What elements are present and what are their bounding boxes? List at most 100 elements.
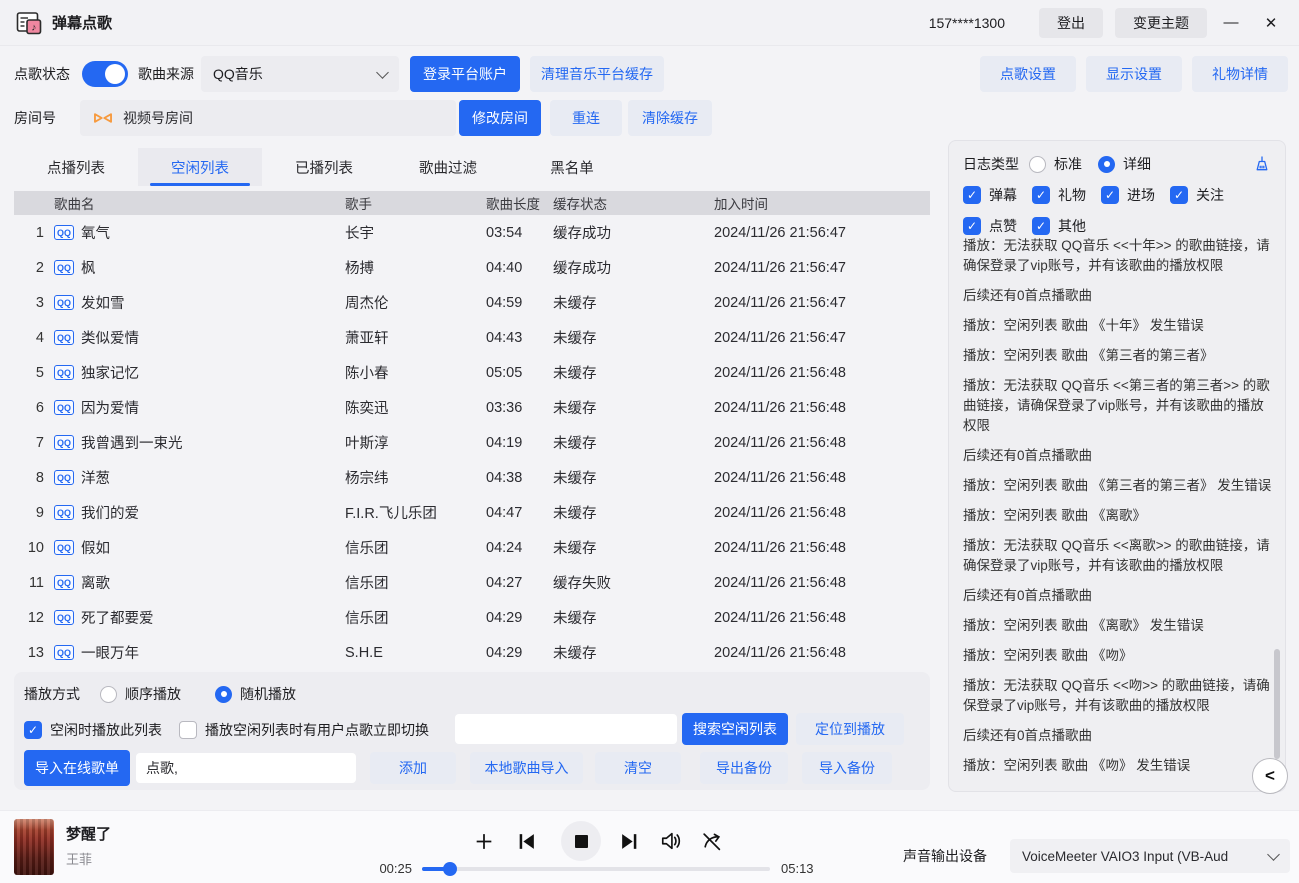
qq-music-icon: QQ [54,435,74,450]
row-index: 9 [14,505,54,521]
col-song-name: 歌曲名 [54,193,345,213]
next-track-icon[interactable] [618,831,640,851]
local-import-button[interactable]: 本地歌曲导入 [470,752,583,784]
artist-cell: 叶斯淳 [345,432,478,453]
playback-controls-card: 播放方式 顺序播放随机播放 空闲时播放此列表播放空闲列表时有用户点歌立即切换 搜… [14,672,930,790]
table-row[interactable]: 13QQ一眼万年S.H.E04:29未缓存2024/11/26 21:56:48 [14,635,930,670]
log-filter-4[interactable]: 点赞 [963,216,1017,236]
song-name-cell: QQ洋葱 [54,467,345,488]
log-entries: 播放：无法获取 QQ音乐 <<十年>> 的歌曲链接，请确保登录了vip账号，并有… [963,236,1277,783]
gift-details-button[interactable]: 礼物详情 [1192,56,1288,92]
radio-icon [1029,156,1046,173]
artist-cell: 信乐团 [345,607,478,628]
logout-button[interactable]: 登出 [1039,8,1103,38]
row-index: 5 [14,365,54,381]
table-row[interactable]: 4QQ类似爱情萧亚轩04:43未缓存2024/11/26 21:56:47 [14,320,930,355]
float-lyric-toggle-icon[interactable] [700,831,722,851]
table-row[interactable]: 3QQ发如雪周杰伦04:59未缓存2024/11/26 21:56:47 [14,285,930,320]
reconnect-button[interactable]: 重连 [550,100,622,136]
log-filter-2[interactable]: 进场 [1101,185,1155,205]
add-song-icon[interactable] [473,831,495,851]
app-title: 弹幕点歌 [52,12,112,33]
table-row[interactable]: 2QQ枫杨搏04:40缓存成功2024/11/26 21:56:47 [14,250,930,285]
collapse-log-button[interactable]: < [1252,758,1288,794]
song-name-cell: QQ离歌 [54,572,345,593]
display-settings-button[interactable]: 显示设置 [1086,56,1182,92]
tab-idle-list[interactable]: 空闲列表 [138,148,262,186]
play-checkbox-0[interactable]: 空闲时播放此列表 [24,720,162,740]
checkbox-icon [1170,186,1188,204]
change-theme-button[interactable]: 变更主题 [1115,8,1207,38]
table-row[interactable]: 12QQ死了都要爱信乐团04:29未缓存2024/11/26 21:56:48 [14,600,930,635]
clear-log-broom-icon[interactable] [1253,155,1271,173]
stop-icon [575,835,588,848]
add-time-cell: 2024/11/26 21:56:48 [700,505,930,521]
song-name: 洋葱 [81,467,110,488]
modify-room-button[interactable]: 修改房间 [459,100,541,136]
progress-track[interactable] [422,867,770,871]
idle-search-input[interactable] [455,714,677,744]
table-row[interactable]: 9QQ我们的爱F.I.R.飞儿乐团04:47未缓存2024/11/26 21:5… [14,495,930,530]
qq-music-icon: QQ [54,400,74,415]
log-entry: 播放：空闲列表 歌曲 《吻》 [963,646,1277,666]
login-platform-button[interactable]: 登录平台账户 [410,56,520,92]
minimize-icon[interactable]: — [1215,7,1247,39]
log-filter-3[interactable]: 关注 [1170,185,1224,205]
log-entry: 后续还有0首点播歌曲 [963,286,1277,306]
table-row[interactable]: 1QQ氧气长宇03:54缓存成功2024/11/26 21:56:47 [14,215,930,250]
duration-cell: 04:43 [478,330,553,346]
duration-cell: 04:19 [478,435,553,451]
source-select[interactable]: QQ音乐 [201,56,399,92]
app-window: ♪ 弹幕点歌 157****1300 登出 变更主题 — ✕ 点歌状态 歌曲来源… [0,0,1299,883]
add-time-cell: 2024/11/26 21:56:47 [700,330,930,346]
duration-cell: 04:24 [478,540,553,556]
add-time-cell: 2024/11/26 21:56:48 [700,610,930,626]
locate-playing-button[interactable]: 定位到播放 [796,713,904,745]
log-scrollbar-thumb[interactable] [1274,649,1280,759]
cache-status-cell: 缓存成功 [553,257,700,278]
import-backup-button[interactable]: 导入备份 [802,752,892,784]
playlist-input[interactable] [136,753,356,783]
play-checkbox-1[interactable]: 播放空闲列表时有用户点歌立即切换 [179,720,429,740]
song-settings-button[interactable]: 点歌设置 [980,56,1076,92]
table-row[interactable]: 11QQ离歌信乐团04:27缓存失败2024/11/26 21:56:48 [14,565,930,600]
table-row[interactable]: 5QQ独家记忆陈小春05:05未缓存2024/11/26 21:56:48 [14,355,930,390]
clear-list-button[interactable]: 清空 [595,752,681,784]
now-playing-artist: 王菲 [66,849,92,868]
add-button[interactable]: 添加 [370,752,456,784]
qq-music-icon: QQ [54,225,74,240]
play-mode-option-0[interactable]: 顺序播放 [100,684,181,704]
play-mode-option-1[interactable]: 随机播放 [215,684,296,704]
audio-output-select[interactable]: VoiceMeeter VAIO3 Input (VB-Aud [1010,839,1290,873]
tab-played-list[interactable]: 已播列表 [262,148,386,186]
tab-blacklist[interactable]: 黑名单 [510,148,634,186]
table-row[interactable]: 6QQ因为爱情陈奕迅03:36未缓存2024/11/26 21:56:48 [14,390,930,425]
log-entry: 播放：无法获取 QQ音乐 <<吻>> 的歌曲链接，请确保登录了vip账号，并有该… [963,676,1277,716]
previous-track-icon[interactable] [515,831,537,851]
log-entry: 后续还有0首点播歌曲 [963,726,1277,746]
log-filter-0[interactable]: 弹幕 [963,185,1017,205]
log-filter-1[interactable]: 礼物 [1032,185,1086,205]
progress-thumb[interactable] [443,862,457,876]
log-type-option-1[interactable]: 详细 [1098,154,1151,174]
room-input[interactable]: 视频号房间 [80,100,456,136]
tab-request-list[interactable]: 点播列表 [14,148,138,186]
duration-cell: 05:05 [478,365,553,381]
search-idle-list-button[interactable]: 搜索空闲列表 [682,713,788,745]
table-row[interactable]: 7QQ我曾遇到一束光叶斯淳04:19未缓存2024/11/26 21:56:48 [14,425,930,460]
clear-cache-button[interactable]: 清除缓存 [628,100,712,136]
tab-song-filter[interactable]: 歌曲过滤 [386,148,510,186]
volume-icon[interactable] [660,831,682,851]
table-row[interactable]: 10QQ假如信乐团04:24未缓存2024/11/26 21:56:48 [14,530,930,565]
clean-platform-cache-button[interactable]: 清理音乐平台缓存 [530,56,664,92]
export-backup-button[interactable]: 导出备份 [700,752,788,784]
table-row[interactable]: 8QQ洋葱杨宗纬04:38未缓存2024/11/26 21:56:48 [14,460,930,495]
import-online-playlist-button[interactable]: 导入在线歌单 [24,750,130,786]
stop-button[interactable] [561,821,601,861]
log-type-option-0[interactable]: 标准 [1029,154,1082,174]
log-entry: 播放：空闲列表 歌曲 《离歌》 发生错误 [963,616,1277,636]
song-status-toggle[interactable] [82,61,128,87]
account-number: 157****1300 [929,15,1005,31]
log-filter-5[interactable]: 其他 [1032,216,1086,236]
close-icon[interactable]: ✕ [1255,7,1287,39]
